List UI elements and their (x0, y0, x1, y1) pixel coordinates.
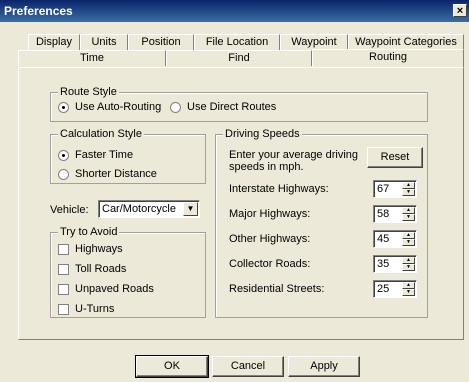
driving-speeds-title: Driving Speeds (223, 128, 302, 140)
tab-routing[interactable]: Routing (312, 49, 464, 67)
radio-label: Use Direct Routes (187, 101, 277, 113)
speed-input-residential[interactable]: 25 ▲ ▼ (373, 280, 417, 298)
speed-value[interactable]: 45 (377, 233, 389, 245)
close-icon[interactable]: × (453, 4, 467, 17)
speed-input-collector[interactable]: 35 ▲ ▼ (373, 255, 417, 273)
radio-label: Use Auto-Routing (75, 101, 162, 113)
spinner: ▲ ▼ (402, 282, 415, 296)
route-style-title: Route Style (58, 86, 119, 98)
speed-input-major[interactable]: 58 ▲ ▼ (373, 205, 417, 223)
vehicle-label: Vehicle: (50, 204, 89, 216)
speed-label-interstate: Interstate Highways: (229, 183, 329, 195)
speed-value[interactable]: 25 (377, 283, 389, 295)
spinner: ▲ ▼ (402, 232, 415, 246)
spin-up-icon[interactable]: ▲ (402, 207, 415, 214)
check-toll-roads[interactable]: Toll Roads (58, 262, 126, 276)
speed-label-other: Other Highways: (229, 233, 311, 245)
radio-use-auto-routing[interactable]: Use Auto-Routing (58, 100, 161, 114)
radio-button[interactable] (58, 168, 69, 180)
spinner: ▲ ▼ (402, 182, 415, 196)
radio-selected-dot (62, 153, 65, 157)
title-bar: Preferences × (0, 0, 469, 22)
cancel-button[interactable]: Cancel (212, 356, 284, 377)
chevron-down-icon[interactable]: ▼ (183, 202, 198, 216)
radio-use-direct-routes[interactable]: Use Direct Routes (170, 100, 276, 114)
vehicle-select[interactable]: Car/Motorcycle ▼ (98, 200, 200, 218)
speed-input-interstate[interactable]: 67 ▲ ▼ (373, 180, 417, 198)
checkbox-label: Unpaved Roads (75, 283, 154, 295)
tab-time[interactable]: Time (18, 50, 166, 66)
radio-label: Faster Time (75, 149, 134, 161)
spin-down-icon[interactable]: ▼ (402, 189, 415, 196)
radio-faster-time[interactable]: Faster Time (58, 148, 133, 162)
speed-value[interactable]: 35 (377, 258, 389, 270)
checkbox[interactable] (58, 303, 69, 315)
checkbox[interactable] (58, 283, 69, 295)
spin-down-icon[interactable]: ▼ (402, 239, 415, 246)
radio-button[interactable] (170, 101, 181, 113)
tab-position[interactable]: Position (128, 34, 194, 50)
spin-up-icon[interactable]: ▲ (402, 232, 415, 239)
spin-down-icon[interactable]: ▼ (402, 214, 415, 221)
radio-button[interactable] (58, 149, 69, 161)
spin-up-icon[interactable]: ▲ (402, 182, 415, 189)
spinner: ▲ ▼ (402, 207, 415, 221)
radio-button[interactable] (58, 101, 69, 113)
tab-waypoint[interactable]: Waypoint (280, 34, 348, 50)
tab-display[interactable]: Display (28, 34, 80, 50)
spin-up-icon[interactable]: ▲ (402, 282, 415, 289)
speed-input-other[interactable]: 45 ▲ ▼ (373, 230, 417, 248)
radio-selected-dot (62, 105, 65, 109)
checkbox[interactable] (58, 243, 69, 255)
checkbox-label: Toll Roads (75, 263, 127, 275)
spin-up-icon[interactable]: ▲ (402, 257, 415, 264)
try-to-avoid-title: Try to Avoid (58, 226, 120, 238)
calculation-style-title: Calculation Style (58, 128, 144, 140)
check-u-turns[interactable]: U-Turns (58, 302, 114, 316)
radio-label: Shorter Distance (75, 168, 157, 180)
checkbox[interactable] (58, 263, 69, 275)
tab-file-location[interactable]: File Location (194, 34, 280, 50)
check-highways[interactable]: Highways (58, 242, 123, 256)
apply-button[interactable]: Apply (288, 356, 360, 377)
ok-button[interactable]: OK (135, 355, 209, 378)
speed-label-residential: Residential Streets: (229, 283, 325, 295)
window-title: Preferences (4, 4, 73, 18)
radio-shorter-distance[interactable]: Shorter Distance (58, 167, 157, 181)
speed-value[interactable]: 67 (377, 183, 389, 195)
check-unpaved-roads[interactable]: Unpaved Roads (58, 282, 154, 296)
checkbox-label: U-Turns (75, 303, 115, 315)
spin-down-icon[interactable]: ▼ (402, 264, 415, 271)
reset-button[interactable]: Reset (367, 147, 423, 168)
tab-find[interactable]: Find (166, 50, 312, 66)
tab-waypoint-categories[interactable]: Waypoint Categories (348, 34, 464, 50)
spin-down-icon[interactable]: ▼ (402, 289, 415, 296)
speed-label-collector: Collector Roads: (229, 258, 311, 270)
driving-speeds-instruction: Enter your average driving speeds in mph… (229, 149, 359, 173)
speed-value[interactable]: 58 (377, 208, 389, 220)
preferences-dialog: Preferences × Display Units Position Fil… (0, 0, 469, 382)
spinner: ▲ ▼ (402, 257, 415, 271)
vehicle-value: Car/Motorcycle (102, 203, 176, 215)
checkbox-label: Highways (75, 243, 123, 255)
tab-units[interactable]: Units (80, 34, 128, 50)
speed-label-major: Major Highways: (229, 208, 311, 220)
